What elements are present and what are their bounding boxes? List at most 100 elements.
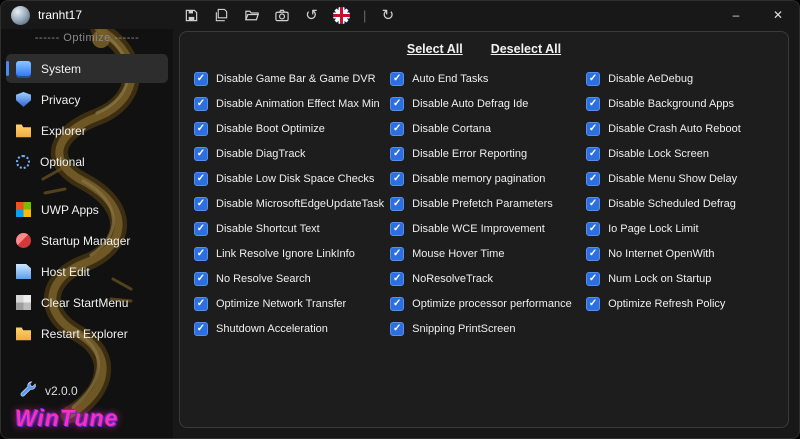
checkmark-icon: ✓ — [392, 197, 402, 209]
checkbox-checked[interactable]: ✓ — [194, 246, 208, 261]
select-all-link[interactable]: Select All — [407, 42, 463, 56]
tweak-label: Disable Menu Show Delay — [608, 172, 738, 185]
checkbox-checked[interactable]: ✓ — [390, 296, 405, 311]
sidebar-item-privacy[interactable]: Privacy — [6, 85, 168, 114]
checkbox-row-optimize-processor-performance[interactable]: ✓ Optimize processor performance — [390, 296, 580, 311]
close-button[interactable]: ✕ — [757, 1, 799, 29]
checkmark-icon: ✓ — [392, 97, 402, 109]
sidebar-item-host-edit[interactable]: Host Edit — [6, 257, 168, 286]
checkmark-icon: ✓ — [392, 72, 402, 84]
checkbox-row-link-resolve-ignore-linkinfo[interactable]: ✓ Link Resolve Ignore LinkInfo — [194, 246, 384, 261]
checkbox-checked[interactable]: ✓ — [586, 146, 601, 161]
checkbox-row-disable-boot-optimize[interactable]: ✓ Disable Boot Optimize — [194, 121, 384, 136]
checkbox-row-snipping-printscreen[interactable]: ✓ Snipping PrintScreen — [390, 321, 580, 336]
checkbox-row-auto-end-tasks[interactable]: ✓ Auto End Tasks — [390, 71, 580, 86]
checkbox-checked[interactable]: ✓ — [194, 121, 208, 136]
checkbox-row-disable-menu-show-delay[interactable]: ✓ Disable Menu Show Delay — [586, 171, 776, 186]
checkbox-checked[interactable]: ✓ — [586, 96, 601, 111]
checkbox-row-disable-game-bar-game-dvr[interactable]: ✓ Disable Game Bar & Game DVR — [194, 71, 384, 86]
checkbox-checked[interactable]: ✓ — [390, 96, 405, 111]
checkbox-checked[interactable]: ✓ — [390, 146, 405, 161]
checkbox-checked[interactable]: ✓ — [390, 321, 405, 336]
checkbox-row-mouse-hover-time[interactable]: ✓ Mouse Hover Time — [390, 246, 580, 261]
checkbox-checked[interactable]: ✓ — [194, 296, 208, 311]
checkbox-row-disable-error-reporting[interactable]: ✓ Disable Error Reporting — [390, 146, 580, 161]
minimize-button[interactable]: – — [715, 1, 757, 29]
checkbox-row-num-lock-on-startup[interactable]: ✓ Num Lock on Startup — [586, 271, 776, 286]
checkmark-icon: ✓ — [588, 297, 598, 309]
tweak-label: Disable MicrosoftEdgeUpdateTask — [216, 197, 385, 210]
sidebar-item-explorer[interactable]: Explorer — [6, 116, 168, 145]
checkbox-row-disable-memory-pagination[interactable]: ✓ Disable memory pagination — [390, 171, 580, 186]
checkbox-row-disable-wce-improvement[interactable]: ✓ Disable WCE Improvement — [390, 221, 580, 236]
checkbox-row-disable-microsoftedgeupdatetask[interactable]: ✓ Disable MicrosoftEdgeUpdateTask — [194, 196, 384, 211]
checkbox-checked[interactable]: ✓ — [194, 221, 208, 236]
checkbox-row-optimize-network-transfer[interactable]: ✓ Optimize Network Transfer — [194, 296, 384, 311]
checkbox-checked[interactable]: ✓ — [390, 221, 405, 236]
sidebar-item-uwp-apps[interactable]: UWP Apps — [6, 195, 168, 224]
checkbox-row-disable-animation-effect-max-min[interactable]: ✓ Disable Animation Effect Max Min — [194, 96, 384, 111]
checkbox-row-shutdown-acceleration[interactable]: ✓ Shutdown Acceleration — [194, 321, 384, 336]
uwp-apps-icon — [16, 202, 31, 217]
sidebar-footer: v2.0.0 WinTune — [1, 380, 173, 432]
checkbox-row-disable-shortcut-text[interactable]: ✓ Disable Shortcut Text — [194, 221, 384, 236]
checkbox-checked[interactable]: ✓ — [194, 196, 208, 211]
checkbox-checked[interactable]: ✓ — [586, 71, 601, 86]
deselect-all-link[interactable]: Deselect All — [491, 42, 561, 56]
tweak-label: Disable Cortana — [412, 122, 492, 135]
checkbox-checked[interactable]: ✓ — [194, 146, 208, 161]
screenshot-icon[interactable] — [273, 7, 290, 24]
checkbox-checked[interactable]: ✓ — [390, 71, 405, 86]
undo-icon[interactable]: ↺ — [303, 7, 320, 24]
checkbox-checked[interactable]: ✓ — [586, 121, 601, 136]
checkbox-checked[interactable]: ✓ — [586, 196, 601, 211]
checkbox-checked[interactable]: ✓ — [390, 271, 405, 286]
checkbox-row-disable-cortana[interactable]: ✓ Disable Cortana — [390, 121, 580, 136]
checkbox-checked[interactable]: ✓ — [390, 246, 405, 261]
checkbox-row-io-page-lock-limit[interactable]: ✓ Io Page Lock Limit — [586, 221, 776, 236]
save-icon[interactable] — [183, 7, 200, 24]
tweak-label: Disable memory pagination — [412, 172, 546, 185]
tweak-label: Shutdown Acceleration — [216, 322, 328, 335]
checkbox-row-optimize-refresh-policy[interactable]: ✓ Optimize Refresh Policy — [586, 296, 776, 311]
checkbox-checked[interactable]: ✓ — [586, 171, 601, 186]
checkbox-checked[interactable]: ✓ — [586, 246, 601, 261]
checkbox-row-disable-aedebug[interactable]: ✓ Disable AeDebug — [586, 71, 776, 86]
checkbox-checked[interactable]: ✓ — [194, 321, 208, 336]
checkbox-checked[interactable]: ✓ — [586, 221, 601, 236]
checkbox-row-no-internet-openwith[interactable]: ✓ No Internet OpenWith — [586, 246, 776, 261]
checkbox-row-disable-crash-auto-reboot[interactable]: ✓ Disable Crash Auto Reboot — [586, 121, 776, 136]
sidebar-item-label: Startup Manager — [41, 233, 131, 248]
save-copy-icon[interactable] — [213, 7, 230, 24]
checkbox-row-disable-prefetch-parameters[interactable]: ✓ Disable Prefetch Parameters — [390, 196, 580, 211]
checkbox-row-disable-background-apps[interactable]: ✓ Disable Background Apps — [586, 96, 776, 111]
checkbox-checked[interactable]: ✓ — [586, 296, 601, 311]
open-folder-icon[interactable] — [243, 7, 260, 24]
tweak-label: Disable Low Disk Space Checks — [216, 172, 375, 185]
checkbox-checked[interactable]: ✓ — [390, 121, 405, 136]
checkbox-checked[interactable]: ✓ — [390, 171, 405, 186]
language-flag-icon[interactable] — [333, 6, 350, 24]
checkbox-row-disable-low-disk-space-checks[interactable]: ✓ Disable Low Disk Space Checks — [194, 171, 384, 186]
checkbox-checked[interactable]: ✓ — [194, 271, 208, 286]
sidebar-item-system[interactable]: System — [6, 54, 168, 83]
checkbox-checked[interactable]: ✓ — [390, 196, 405, 211]
checkbox-checked[interactable]: ✓ — [194, 96, 208, 111]
refresh-icon[interactable]: ↻ — [379, 7, 396, 24]
checkbox-row-disable-scheduled-defrag[interactable]: ✓ Disable Scheduled Defrag — [586, 196, 776, 211]
sidebar-item-clear-startmenu[interactable]: Clear StartMenu — [6, 288, 168, 317]
checkbox-checked[interactable]: ✓ — [586, 271, 601, 286]
version-label: v2.0.0 — [45, 383, 78, 398]
sidebar-item-optional[interactable]: Optional — [6, 147, 168, 176]
checkbox-row-noresolvetrack[interactable]: ✓ NoResolveTrack — [390, 271, 580, 286]
checkmark-icon: ✓ — [588, 122, 598, 134]
checkbox-row-no-resolve-search[interactable]: ✓ No Resolve Search — [194, 271, 384, 286]
checkbox-row-disable-lock-screen[interactable]: ✓ Disable Lock Screen — [586, 146, 776, 161]
checkbox-row-disable-diagtrack[interactable]: ✓ Disable DiagTrack — [194, 146, 384, 161]
sidebar-item-restart-explorer[interactable]: Restart Explorer — [6, 319, 168, 348]
checkbox-checked[interactable]: ✓ — [194, 71, 208, 86]
checkbox-checked[interactable]: ✓ — [194, 171, 208, 186]
sidebar-item-startup-manager[interactable]: Startup Manager — [6, 226, 168, 255]
tweak-label: Disable Crash Auto Reboot — [608, 122, 741, 135]
checkbox-row-disable-auto-defrag-ide[interactable]: ✓ Disable Auto Defrag Ide — [390, 96, 580, 111]
